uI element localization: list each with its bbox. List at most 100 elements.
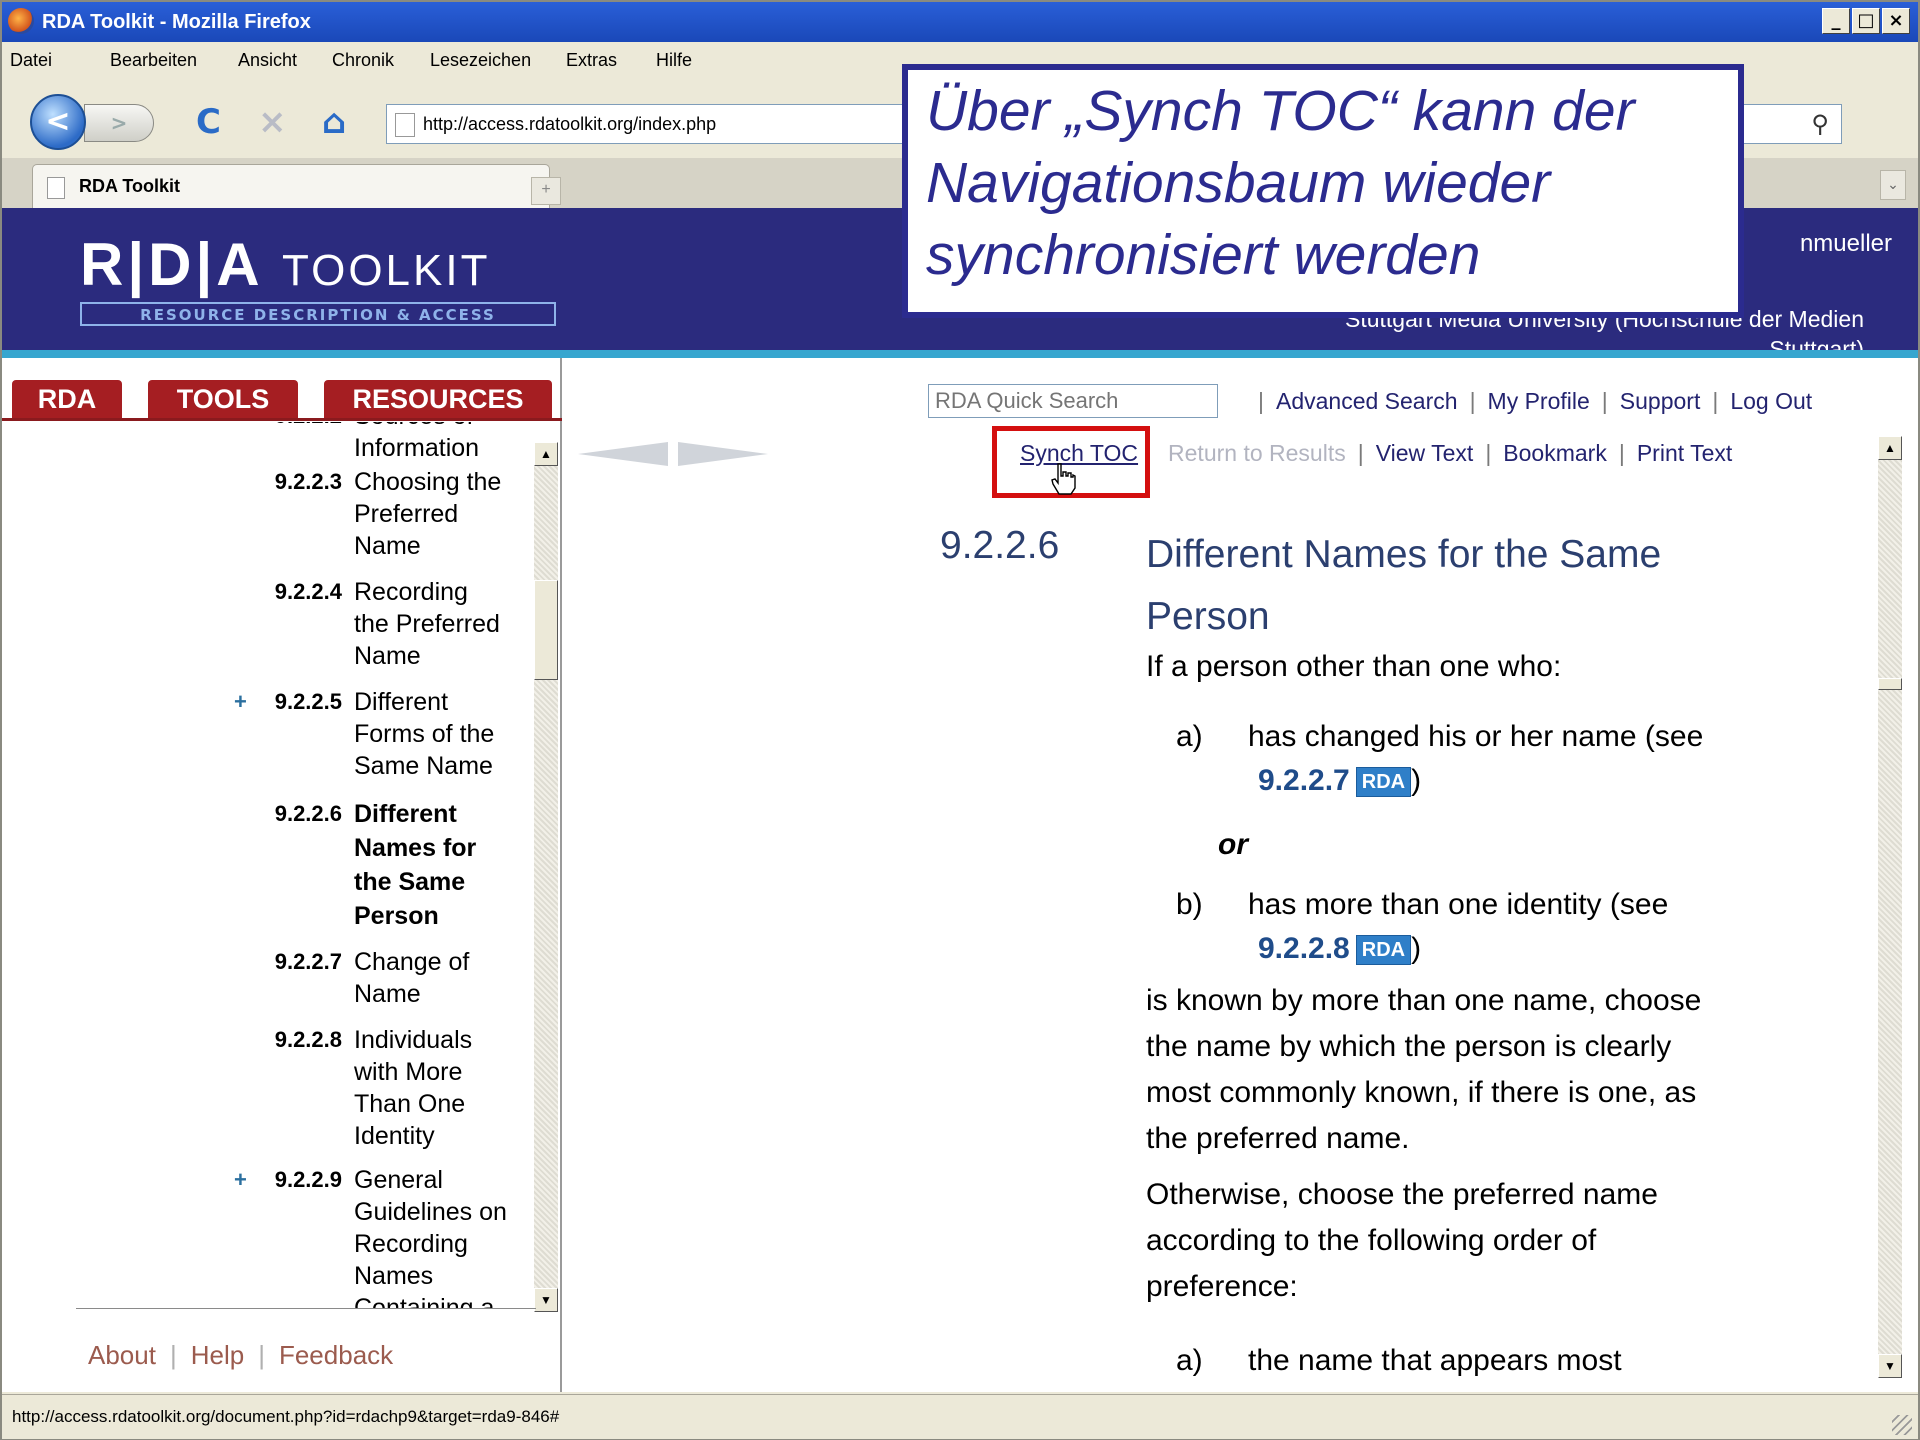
- rda-badge[interactable]: RDA: [1355, 767, 1412, 798]
- logo-subtitle: RESOURCE DESCRIPTION & ACCESS: [80, 302, 556, 326]
- tab-rda-toolkit[interactable]: RDA Toolkit +: [32, 164, 561, 208]
- toc-text: General: [354, 1166, 443, 1194]
- toc-number: 9.2.2.8: [274, 1027, 342, 1052]
- toc-sidebar: RDA TOOLS RESOURCES 9.2.2.2 Sources of I…: [2, 358, 562, 1392]
- menu-lesezeichen[interactable]: Lesezeichen: [430, 50, 531, 71]
- bookmark-link[interactable]: Bookmark: [1503, 440, 1607, 466]
- about-link[interactable]: About: [88, 1340, 156, 1370]
- list-label-a: a): [1176, 720, 1203, 753]
- new-tab-button[interactable]: +: [531, 177, 561, 205]
- annotation-callout: Über „Synch TOC“ kann der Navigationsbau…: [902, 64, 1744, 318]
- menu-chronik[interactable]: Chronik: [332, 50, 394, 71]
- toc-number: 9.2.2.9: [274, 1167, 342, 1192]
- toc-item-9-2-2-4[interactable]: 9.2.2.4 Recording the Preferred Name: [2, 576, 536, 672]
- my-profile-link[interactable]: My Profile: [1488, 388, 1590, 414]
- status-bar: http://access.rdatoolkit.org/document.ph…: [2, 1394, 1918, 1439]
- toc-text: Names: [354, 1262, 434, 1290]
- list-label-b: b): [1176, 888, 1203, 921]
- rda-logo: R|D|A TOOLKIT: [80, 230, 490, 299]
- home-icon[interactable]: ⌂: [322, 102, 346, 142]
- paragraph-line: is known by more than one name, choose: [1146, 984, 1702, 1017]
- toc-item-9-2-2-3[interactable]: 9.2.2.3 Choosing the Preferred Name: [2, 466, 536, 562]
- scroll-thumb[interactable]: [1878, 678, 1902, 690]
- toc-text: Names for: [354, 834, 477, 862]
- rda-badge[interactable]: RDA: [1355, 935, 1412, 966]
- view-text-link[interactable]: View Text: [1376, 440, 1474, 466]
- minimize-button[interactable]: _: [1822, 8, 1850, 34]
- toc-item-9-2-2-5[interactable]: + 9.2.2.5 Different Forms of the Same Na…: [2, 686, 536, 782]
- log-out-link[interactable]: Log Out: [1730, 388, 1812, 414]
- tab-list-button[interactable]: ⌄: [1880, 170, 1906, 200]
- quick-search-input[interactable]: [928, 384, 1218, 418]
- toc-text: Preferred: [354, 500, 459, 528]
- or-connector: or: [1218, 828, 1248, 861]
- toc-item-9-2-2-8[interactable]: 9.2.2.8 Individuals with More Than One I…: [2, 1024, 536, 1152]
- menu-datei[interactable]: Datei: [10, 50, 52, 71]
- toc-text: Name: [354, 980, 421, 1008]
- document-scrollbar[interactable]: ▲ ▼: [1878, 436, 1902, 1378]
- scroll-up-icon[interactable]: ▲: [534, 442, 558, 466]
- back-button[interactable]: <: [30, 94, 86, 150]
- logo-rda: R|D|A: [80, 231, 262, 298]
- reference-9-2-2-8[interactable]: 9.2.2.8 RDA): [1258, 926, 1421, 972]
- toc-text: Choosing the: [354, 468, 502, 496]
- tab-rda[interactable]: RDA: [12, 380, 122, 418]
- forward-button[interactable]: >: [84, 104, 154, 142]
- paragraph-line: Otherwise, choose the preferred name: [1146, 1178, 1658, 1211]
- toc-text: Different: [354, 688, 449, 716]
- scroll-down-icon[interactable]: ▼: [1878, 1354, 1902, 1378]
- toc-text: the Same: [354, 868, 466, 896]
- menu-hilfe[interactable]: Hilfe: [656, 50, 692, 71]
- toc-text: Different: [354, 800, 457, 828]
- previous-arrow-icon[interactable]: [578, 442, 668, 466]
- resize-grip-icon[interactable]: [1892, 1415, 1912, 1435]
- close-paren: ): [1411, 932, 1422, 965]
- url-text: http://access.rdatoolkit.org/index.php: [423, 114, 717, 134]
- search-icon[interactable]: ⚲: [1811, 110, 1829, 139]
- support-link[interactable]: Support: [1620, 388, 1701, 414]
- next-arrow-icon[interactable]: [678, 442, 768, 466]
- toc-item-9-2-2-9[interactable]: + 9.2.2.9 General Guidelines on Recordin…: [2, 1164, 536, 1308]
- reference-9-2-2-7[interactable]: 9.2.2.7 RDA): [1258, 758, 1421, 804]
- toc-text: Forms of the: [354, 720, 495, 748]
- maximize-button[interactable]: □: [1852, 8, 1880, 34]
- toc-scrollbar[interactable]: ▲ ▼: [534, 442, 558, 1312]
- callout-line-1: Über „Synch TOC“ kann der: [926, 79, 1635, 143]
- toc-item-9-2-2-2[interactable]: 9.2.2.2 Sources of Information: [2, 422, 536, 464]
- return-to-results-link: Return to Results: [1168, 440, 1346, 466]
- paragraph-line: the name by which the person is clearly: [1146, 1030, 1672, 1063]
- menu-bearbeiten[interactable]: Bearbeiten: [110, 50, 197, 71]
- advanced-search-link[interactable]: Advanced Search: [1276, 388, 1458, 414]
- toc-text: Change of: [354, 948, 470, 976]
- stop-icon[interactable]: ×: [258, 102, 287, 142]
- print-text-link[interactable]: Print Text: [1637, 440, 1732, 466]
- scroll-up-icon[interactable]: ▲: [1878, 436, 1902, 460]
- reload-icon[interactable]: C: [196, 102, 221, 142]
- toc-text: the Preferred: [354, 610, 500, 638]
- expand-plus-icon[interactable]: +: [234, 1164, 247, 1196]
- ref-number: 9.2.2.8: [1258, 932, 1350, 965]
- logo-toolkit: TOOLKIT: [282, 246, 491, 295]
- help-link[interactable]: Help: [191, 1340, 244, 1370]
- sidebar-footer: About | Help | Feedback: [88, 1340, 394, 1370]
- menu-ansicht[interactable]: Ansicht: [238, 50, 297, 71]
- toc-text: Recording: [354, 578, 468, 606]
- scroll-down-icon[interactable]: ▼: [534, 1288, 558, 1312]
- page-icon: [47, 177, 65, 199]
- toc-text: Name: [354, 532, 421, 560]
- menu-extras[interactable]: Extras: [566, 50, 617, 71]
- feedback-link[interactable]: Feedback: [279, 1340, 393, 1370]
- tab-resources[interactable]: RESOURCES: [324, 380, 552, 418]
- section-number: 9.2.2.6: [940, 524, 1060, 567]
- toc-item-9-2-2-7[interactable]: 9.2.2.7 Change of Name: [2, 946, 536, 1010]
- toc-item-9-2-2-6[interactable]: 9.2.2.6 Different Names for the Same Per…: [2, 798, 536, 934]
- expand-plus-icon[interactable]: +: [234, 686, 247, 718]
- tab-tools[interactable]: TOOLS: [148, 380, 298, 418]
- scroll-thumb[interactable]: [534, 580, 558, 680]
- header-stripe: [2, 350, 1918, 358]
- close-button[interactable]: ×: [1882, 8, 1910, 34]
- document-pane: |Advanced Search|My Profile|Support|Log …: [562, 358, 1918, 1392]
- section-title-line-2: Person: [1146, 595, 1270, 638]
- list-label-c: a): [1176, 1344, 1203, 1377]
- section-title: Different Names for the Same Person: [1146, 524, 1806, 648]
